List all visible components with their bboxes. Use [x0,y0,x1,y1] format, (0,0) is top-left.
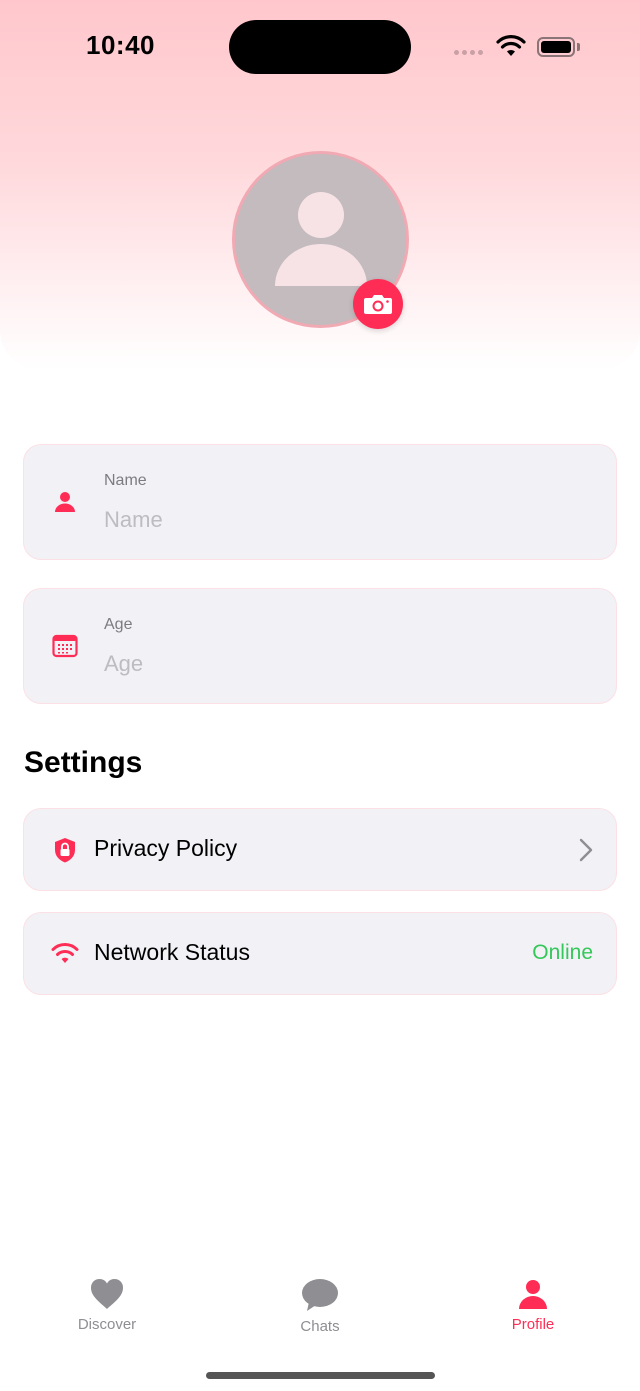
chevron-right-icon [579,838,593,862]
signal-dots-icon [454,50,483,55]
status-time: 10:40 [86,30,155,60]
privacy-policy-label: Privacy Policy [94,835,238,861]
wifi-icon [496,35,526,56]
name-field-label: Name [104,472,147,489]
network-status-value: Online [532,941,593,964]
tab-chats-label: Chats [300,1318,340,1335]
camera-icon [364,295,392,314]
tab-profile-label: Profile [511,1316,555,1333]
dynamic-island [229,20,411,74]
tab-chats[interactable]: Chats [260,1278,380,1335]
heart-icon [90,1278,124,1309]
shield-lock-icon [55,838,75,863]
tab-discover[interactable]: Discover [47,1278,167,1333]
tab-profile[interactable]: Profile [473,1278,593,1333]
network-status-label: Network Status [94,939,250,965]
age-input[interactable] [104,647,584,681]
age-field-card: Age [23,588,617,704]
wifi-icon [51,943,79,963]
battery-cap [577,43,580,51]
calendar-icon [52,634,78,658]
age-field-label: Age [104,616,133,633]
name-input[interactable] [104,503,584,537]
battery-icon [537,37,575,57]
change-photo-button[interactable] [353,279,403,329]
name-field-card: Name [23,444,617,560]
chat-bubble-icon [302,1279,338,1311]
tab-discover-label: Discover [77,1316,137,1333]
privacy-policy-row[interactable]: Privacy Policy [23,808,617,891]
network-status-row: Network Status Online [23,912,617,995]
person-icon [55,492,75,512]
home-indicator[interactable] [206,1372,435,1379]
person-icon [519,1280,547,1309]
settings-title: Settings [24,746,143,779]
